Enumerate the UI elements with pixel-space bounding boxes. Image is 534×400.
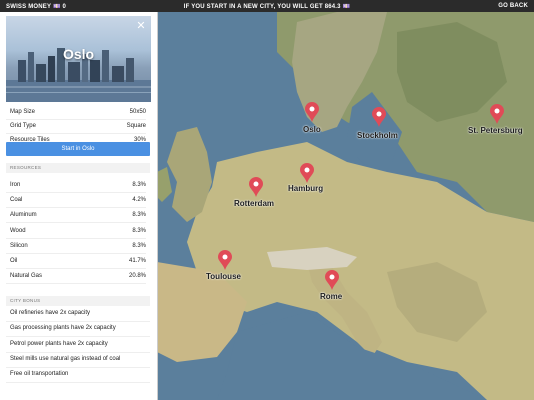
city-info-panel: Oslo ✕ Map Size 50x50 Grid Type Square Resou… xyxy=(0,12,158,400)
city-pin-rotterdam[interactable] xyxy=(249,177,263,197)
resources-header: RESOURCES xyxy=(6,163,150,173)
info-row: Aluminum 8.3% xyxy=(6,208,146,224)
city-label-hamburg[interactable]: Hamburg xyxy=(288,184,323,193)
info-row: Oil 41.7% xyxy=(6,254,146,269)
city-bonus-text: Gas processing plants have 2x capacity xyxy=(10,325,116,332)
city-pin-st-petersburg[interactable] xyxy=(490,104,504,124)
city-bonus-text: Petrol power plants have 2x capacity xyxy=(10,340,108,347)
map-pin-icon xyxy=(490,104,504,124)
info-row: Grid Type Square xyxy=(6,119,146,134)
city-bonus-header: CITY BONUS xyxy=(6,296,150,306)
europe-map[interactable]: Oslo Stockholm St. Petersburg Hamburg Ro… xyxy=(157,12,534,400)
map-pin-icon xyxy=(305,102,319,122)
row-label: Map Size xyxy=(10,109,36,115)
start-in-city-button[interactable]: Start in Oslo xyxy=(6,142,150,156)
row-value: 8.3% xyxy=(132,227,146,234)
info-row: Silicon 8.3% xyxy=(6,239,146,254)
row-value: 50x50 xyxy=(129,109,146,115)
city-bonus-text: Free oil transportation xyxy=(10,371,69,378)
row-label: Grid Type xyxy=(10,123,36,129)
city-bonus-item: Petrol power plants have 2x capacity xyxy=(6,337,150,353)
city-pin-hamburg[interactable] xyxy=(300,163,314,183)
row-value: 8.3% xyxy=(132,212,146,219)
city-bonus-item: Steel mills use natural gas instead of c… xyxy=(6,352,150,368)
row-value: 20.8% xyxy=(128,273,146,280)
city-bonus-text: Steel mills use natural gas instead of c… xyxy=(10,355,121,362)
city-pin-rome[interactable] xyxy=(325,270,339,290)
city-label-st-petersburg[interactable]: St. Petersburg xyxy=(468,126,523,135)
map-pin-icon xyxy=(372,107,386,127)
close-icon[interactable]: ✕ xyxy=(135,20,147,32)
map-pin-icon xyxy=(249,177,263,197)
city-bonus-text: Oil refineries have 2x capacity xyxy=(10,310,91,316)
row-value: 41.7% xyxy=(128,258,146,264)
row-label: Coal xyxy=(10,197,23,204)
row-value: Square xyxy=(126,123,146,129)
city-label-oslo[interactable]: Oslo xyxy=(303,125,321,134)
info-row: Natural Gas 20.8% xyxy=(6,269,146,285)
map-terrain xyxy=(157,12,534,400)
row-label: Wood xyxy=(10,227,26,234)
city-label-rotterdam[interactable]: Rotterdam xyxy=(234,199,274,208)
info-row: Iron 8.3% xyxy=(6,178,146,193)
city-hero-image: Oslo ✕ xyxy=(6,16,151,102)
city-title: Oslo xyxy=(62,46,95,62)
go-back-button[interactable]: GO BACK xyxy=(498,3,528,9)
city-pin-stockholm[interactable] xyxy=(372,107,386,127)
city-bonus-item: Gas processing plants have 2x capacity xyxy=(6,321,150,338)
city-pin-toulouse[interactable] xyxy=(218,250,232,270)
row-label: Aluminum xyxy=(10,212,37,219)
city-bonus-item: Oil refineries have 2x capacity xyxy=(6,306,150,322)
row-label: Oil xyxy=(10,258,18,264)
row-value: 8.3% xyxy=(132,242,146,249)
row-value: 4.2% xyxy=(132,197,146,204)
map-pin-icon xyxy=(325,270,339,290)
row-label: Natural Gas xyxy=(10,273,43,280)
city-label-toulouse[interactable]: Toulouse xyxy=(206,272,241,281)
city-pin-oslo[interactable] xyxy=(305,102,319,122)
map-pin-icon xyxy=(300,163,314,183)
row-label: Iron xyxy=(10,182,21,188)
row-label: Silicon xyxy=(10,242,28,249)
top-bar: SWISS MONEY 💷 0 IF YOU START IN A NEW CI… xyxy=(0,0,534,12)
city-bonus-item: Free oil transportation xyxy=(6,367,150,384)
new-city-message: IF YOU START IN A NEW CITY, YOU WILL GET… xyxy=(183,4,351,10)
info-row: Map Size 50x50 xyxy=(6,105,146,120)
map-pin-icon xyxy=(218,250,232,270)
city-label-stockholm[interactable]: Stockholm xyxy=(357,131,398,140)
info-row: Coal 4.2% xyxy=(6,193,146,209)
info-row: Wood 8.3% xyxy=(6,224,146,239)
city-label-rome[interactable]: Rome xyxy=(320,292,342,301)
row-value: 8.3% xyxy=(132,182,146,188)
